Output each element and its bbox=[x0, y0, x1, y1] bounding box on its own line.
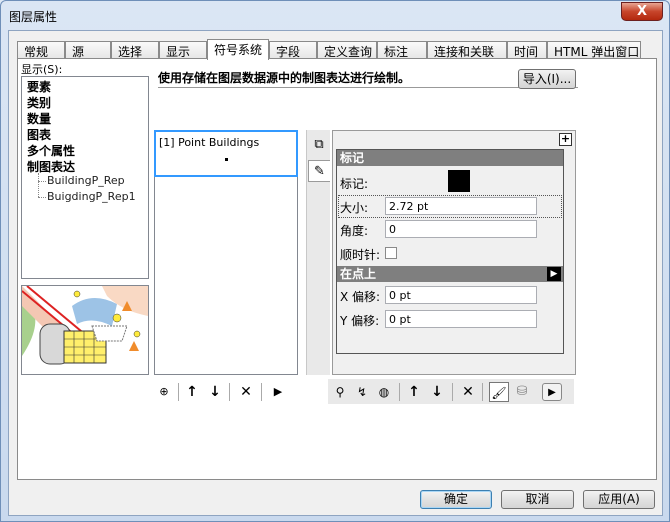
ok-button[interactable]: 确定 bbox=[420, 490, 492, 509]
database-icon[interactable]: ⛁ bbox=[512, 382, 532, 402]
representation-description: 使用存储在图层数据源中的制图表达进行绘制。 bbox=[158, 69, 578, 88]
tree-connector bbox=[38, 181, 46, 182]
more-options-arrow-icon[interactable]: ▶ bbox=[542, 383, 562, 401]
import-button[interactable]: 导入(I)... bbox=[518, 69, 576, 89]
toolbar-separator bbox=[399, 383, 400, 401]
clockwise-checkbox[interactable] bbox=[385, 247, 397, 259]
renderer-tree[interactable]: 要素 类别 数量 图表 多个属性 制图表达 BuildingP_Rep Buig… bbox=[21, 76, 149, 279]
toolbar-separator bbox=[482, 383, 483, 401]
tab-definition-query[interactable]: 定义查询 bbox=[317, 41, 377, 59]
marker-properties-panel: + 标记 标记: 大小: 2.72 pt 角度: 0 顺时针: 在点上 ▶ X … bbox=[332, 130, 576, 375]
move-down-icon[interactable]: ↓ bbox=[205, 382, 225, 402]
marker-properties: 标记 标记: 大小: 2.72 pt 角度: 0 顺时针: 在点上 ▶ X 偏移… bbox=[336, 149, 564, 354]
clockwise-label: 顺时针: bbox=[340, 248, 381, 262]
rule-side-toolbar: ⧉ ✎ bbox=[306, 130, 330, 375]
toolbar-separator bbox=[261, 383, 262, 401]
brush-icon[interactable]: 🖌 bbox=[489, 382, 509, 402]
show-label: 显示(S): bbox=[21, 63, 63, 76]
delete-icon[interactable]: ✕ bbox=[236, 382, 256, 402]
tab-joins-relates[interactable]: 连接和关联 bbox=[427, 41, 507, 59]
cancel-button[interactable]: 取消 bbox=[501, 490, 574, 509]
onpoint-header-label: 在点上 bbox=[340, 267, 377, 281]
tab-strip: 常规 源 选择 显示 符号系统 字段 定义查询 标注 连接和关联 时间 HTML… bbox=[17, 39, 657, 60]
tree-item-representations[interactable]: 制图表达 bbox=[27, 158, 75, 175]
tab-source[interactable]: 源 bbox=[65, 41, 111, 59]
tab-selection[interactable]: 选择 bbox=[111, 41, 159, 59]
tree-item-buildingp-rep[interactable]: BuildingP_Rep bbox=[47, 174, 125, 187]
tree-connector bbox=[38, 197, 46, 198]
add-fill-layer-icon[interactable]: ◍ bbox=[374, 382, 394, 402]
dialog-client: 常规 源 选择 显示 符号系统 字段 定义查询 标注 连接和关联 时间 HTML… bbox=[8, 30, 663, 516]
size-label: 大小: bbox=[340, 201, 369, 215]
expand-plus-button[interactable]: + bbox=[559, 133, 572, 146]
layer-down-icon[interactable]: ↓ bbox=[427, 382, 447, 402]
xoffset-label: X 偏移: bbox=[340, 290, 381, 304]
layer-properties-window: 图层属性 X 常规 源 选择 显示 符号系统 字段 定义查询 标注 连接和关联 … bbox=[0, 0, 670, 522]
tab-fields[interactable]: 字段 bbox=[269, 41, 317, 59]
onpoint-header: 在点上 ▶ bbox=[337, 266, 563, 282]
window-title: 图层属性 bbox=[9, 10, 58, 24]
xoffset-field[interactable]: 0 pt bbox=[385, 286, 537, 304]
map-thumbnail-icon bbox=[22, 286, 148, 374]
add-rule-icon[interactable]: ⊕ bbox=[154, 382, 174, 402]
marker-header: 标记 bbox=[337, 150, 563, 166]
layer-up-icon[interactable]: ↑ bbox=[404, 382, 424, 402]
angle-field[interactable]: 0 bbox=[385, 220, 537, 238]
close-button[interactable]: X bbox=[621, 2, 663, 21]
symbology-panel: 显示(S): 要素 类别 数量 图表 多个属性 制图表达 BuildingP_R… bbox=[17, 58, 657, 480]
expand-arrow-icon[interactable]: ▶ bbox=[547, 267, 561, 281]
yoffset-field[interactable]: 0 pt bbox=[385, 310, 537, 328]
tree-item-categories[interactable]: 类别 bbox=[27, 94, 51, 111]
tree-item-features[interactable]: 要素 bbox=[27, 78, 51, 95]
move-up-icon[interactable]: ↑ bbox=[182, 382, 202, 402]
tab-general[interactable]: 常规 bbox=[17, 41, 65, 59]
tab-display[interactable]: 显示 bbox=[159, 41, 207, 59]
marker-layer-icon[interactable]: ⧉ bbox=[308, 134, 330, 156]
marker-label: 标记: bbox=[340, 177, 369, 191]
apply-button[interactable]: 应用(A) bbox=[583, 490, 655, 509]
play-arrow-icon[interactable]: ▶ bbox=[268, 382, 288, 402]
renderer-preview-image bbox=[21, 285, 149, 375]
point-symbol-icon bbox=[225, 158, 228, 161]
yoffset-label: Y 偏移: bbox=[340, 314, 380, 328]
toolbar-separator bbox=[178, 383, 179, 401]
tab-symbology[interactable]: 符号系统 bbox=[207, 39, 269, 60]
rule-list[interactable] bbox=[154, 177, 298, 375]
rule-list-selected-item[interactable]: [1] Point Buildings bbox=[154, 130, 298, 177]
marker-tool-icon[interactable]: ✎ bbox=[308, 160, 330, 182]
tree-item-charts[interactable]: 图表 bbox=[27, 126, 51, 143]
tree-connector bbox=[38, 173, 39, 197]
marker-swatch[interactable] bbox=[448, 170, 470, 192]
tree-item-quantities[interactable]: 数量 bbox=[27, 110, 51, 127]
layer-delete-icon[interactable]: ✕ bbox=[458, 382, 478, 402]
tree-item-multiple-attributes[interactable]: 多个属性 bbox=[27, 142, 75, 159]
toolbar-separator bbox=[229, 383, 230, 401]
title-bar: 图层属性 X bbox=[1, 1, 669, 31]
tab-labels[interactable]: 标注 bbox=[377, 41, 427, 59]
toolbar-separator bbox=[452, 383, 453, 401]
add-stroke-layer-icon[interactable]: ↯ bbox=[352, 382, 372, 402]
angle-label: 角度: bbox=[340, 224, 369, 238]
tab-time[interactable]: 时间 bbox=[507, 41, 547, 59]
tree-item-buigdingp-rep1[interactable]: BuigdingP_Rep1 bbox=[47, 190, 136, 203]
tab-html-popup[interactable]: HTML 弹出窗口 bbox=[547, 41, 641, 59]
size-field[interactable]: 2.72 pt bbox=[385, 197, 537, 215]
add-marker-layer-icon[interactable]: ⚲ bbox=[330, 382, 350, 402]
rule-item-label: [1] Point Buildings bbox=[159, 136, 260, 149]
